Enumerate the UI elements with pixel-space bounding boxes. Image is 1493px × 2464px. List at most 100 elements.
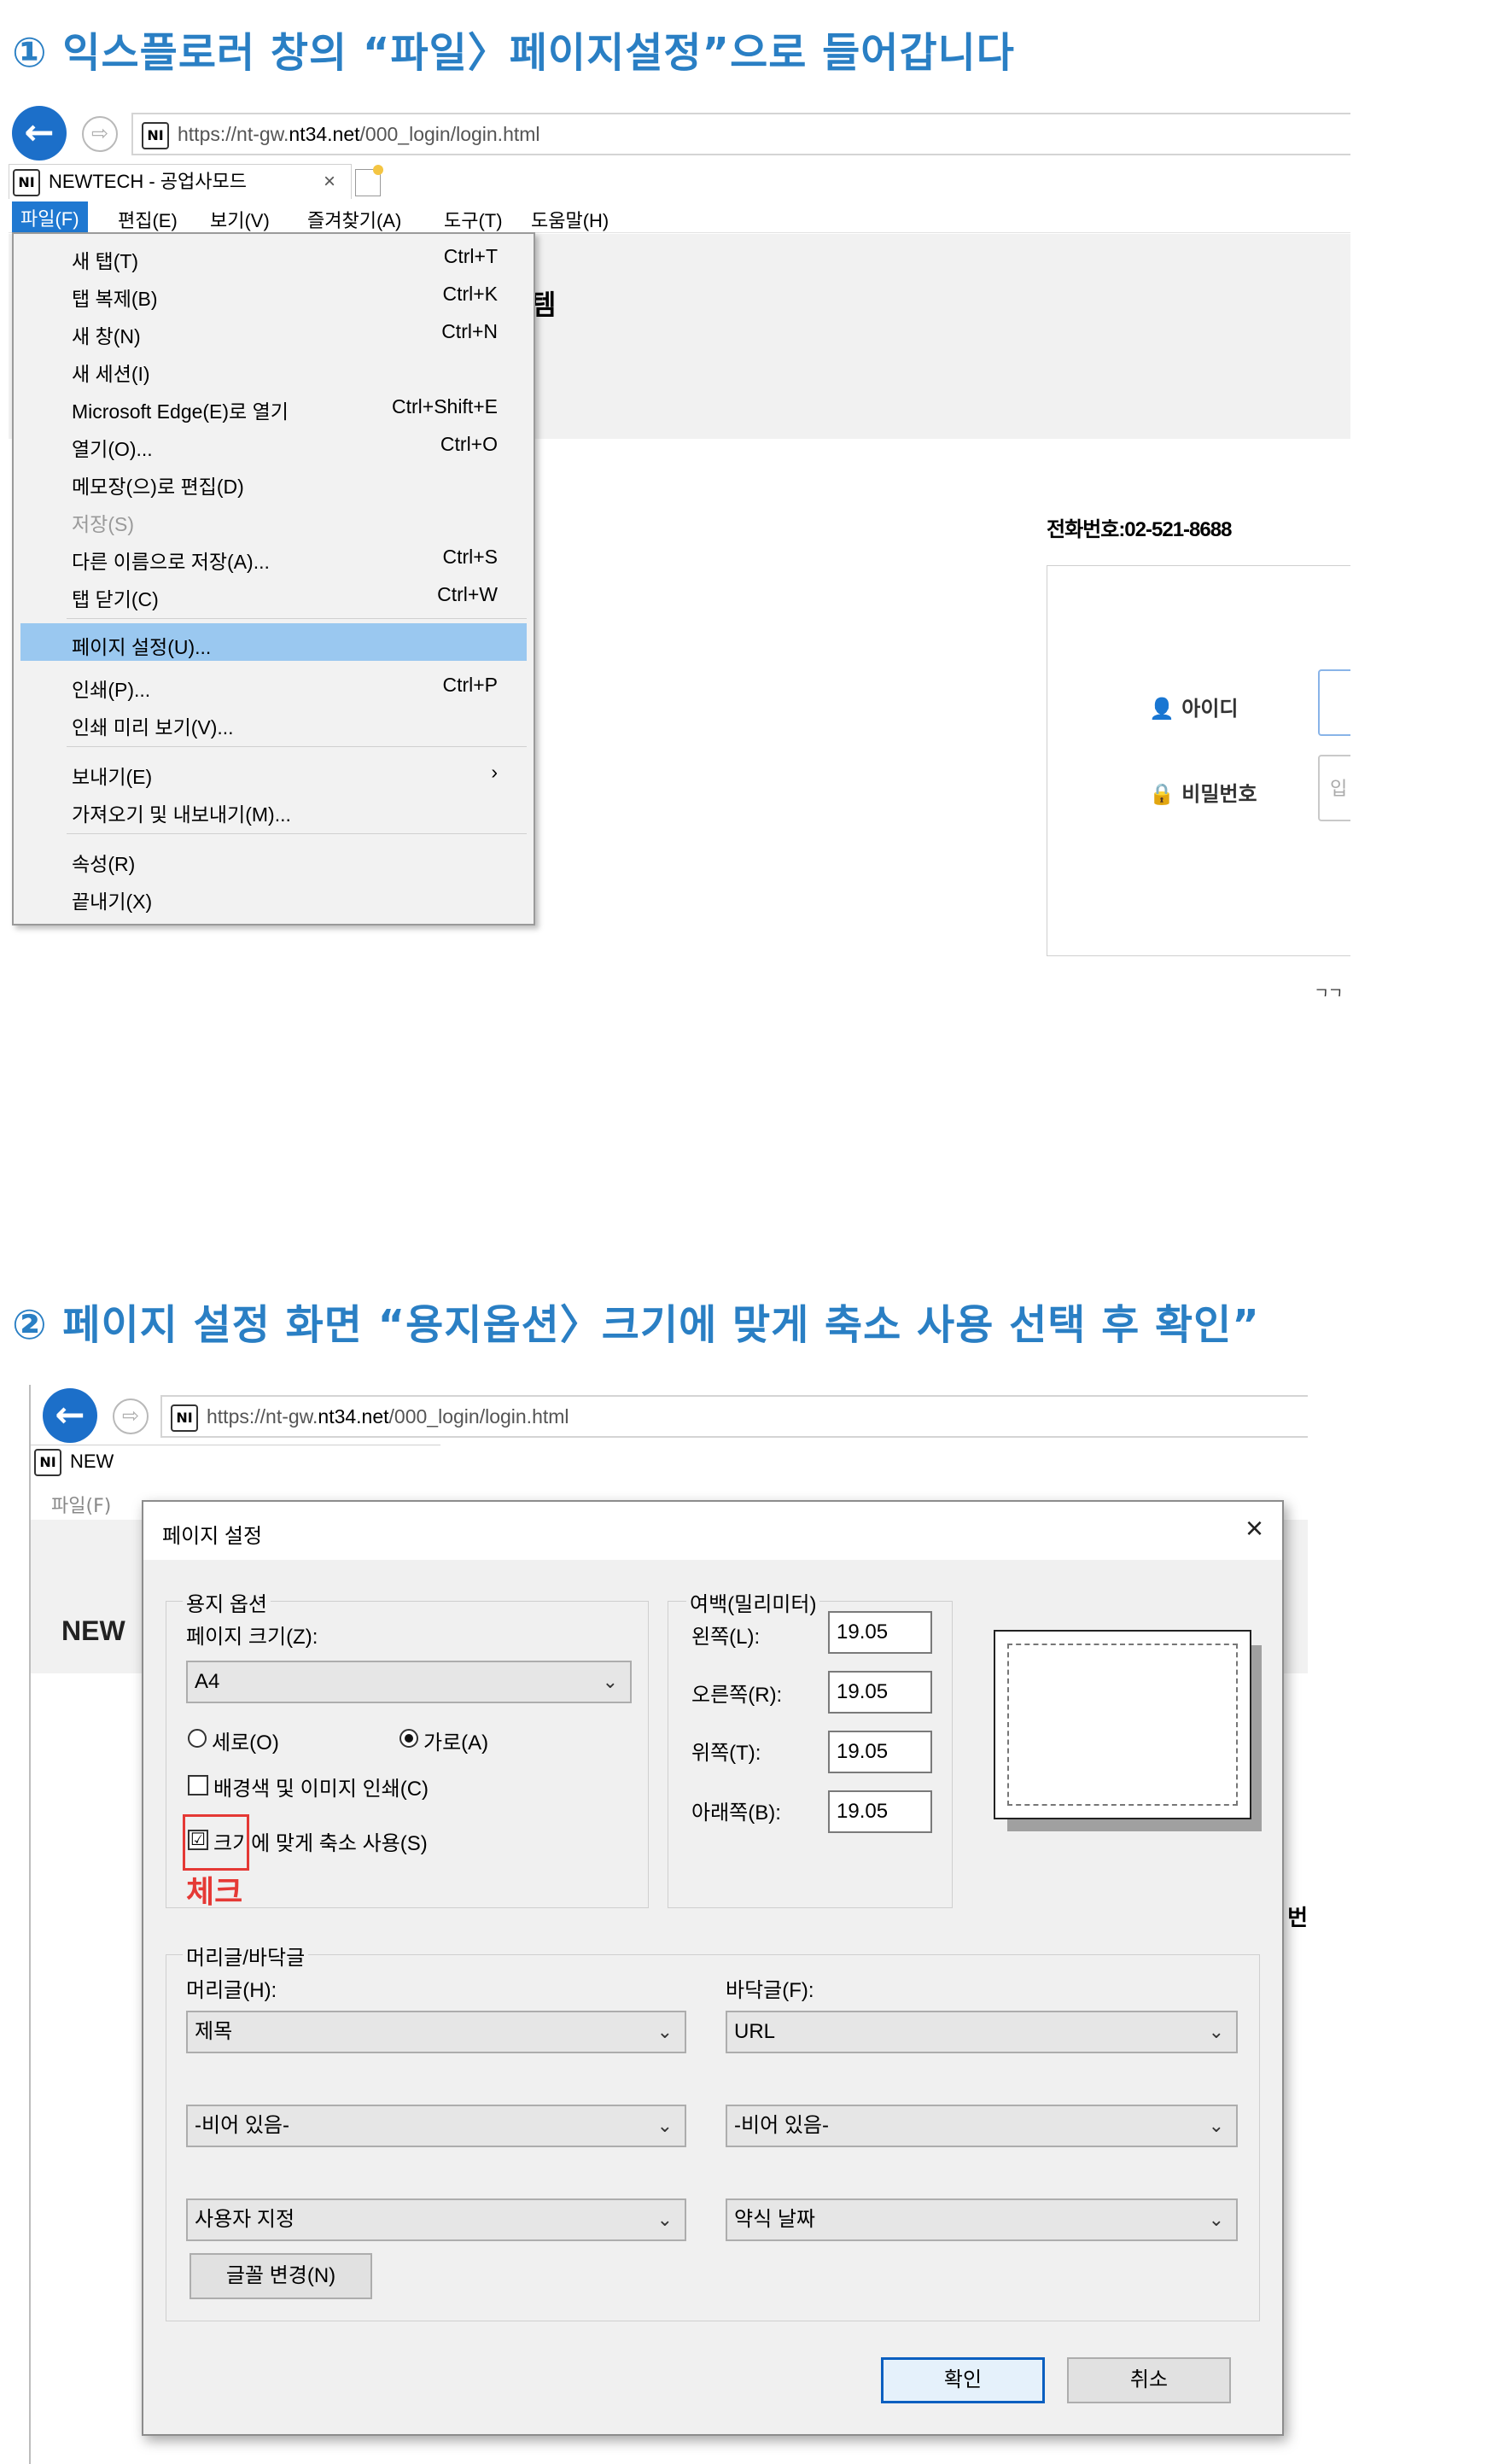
footer-select-2[interactable]: -비어 있음- ⌄	[726, 2105, 1238, 2147]
landscape-label: 가로(A)	[423, 1731, 489, 1755]
chevron-down-icon: ⌄	[656, 2209, 673, 2230]
new-tab-icon[interactable]	[355, 165, 383, 196]
menu-edit[interactable]: 편집(E)	[118, 206, 178, 233]
footer-select-1[interactable]: URL ⌄	[726, 2011, 1238, 2053]
ok-button[interactable]: 확인	[881, 2357, 1045, 2403]
page-preview	[994, 1630, 1251, 1819]
file-menu: 새 탭(T) Ctrl+T 탭 복제(B) Ctrl+K 새 창(N) Ctrl+N …	[12, 232, 535, 925]
url-domain: nt34.net	[318, 1405, 389, 1428]
login-id-input[interactable]	[1318, 669, 1350, 736]
menu-view[interactable]: 보기(V)	[210, 206, 270, 233]
change-font-button[interactable]: 글꼴 변경(N)	[190, 2253, 372, 2299]
menu-separator	[67, 746, 527, 747]
chevron-right-icon: ›	[491, 761, 498, 783]
footer-label: 바닥글(F):	[726, 1979, 814, 2002]
menu-item-edit-notepad[interactable]: 메모장(으)로 편집(D)	[14, 463, 534, 500]
menu-item-new-tab[interactable]: 새 탭(T) Ctrl+T	[14, 237, 534, 275]
page-size-label: 페이지 크기(Z):	[186, 1626, 318, 1649]
tab-favicon-icon: NI	[13, 169, 40, 197]
menu-file[interactable]: 파일(F)	[51, 1491, 111, 1518]
menu-item-exit[interactable]: 끝내기(X)	[14, 878, 534, 915]
margin-top-input[interactable]: 19.05	[828, 1731, 932, 1773]
portrait-radio[interactable]	[188, 1729, 207, 1748]
chevron-down-icon: ⌄	[1208, 2115, 1224, 2136]
menu-favorites[interactable]: 즐겨찾기(A)	[307, 206, 401, 233]
menu-item-open[interactable]: 열기(O)... Ctrl+O	[14, 425, 534, 463]
site-favicon-icon: NI	[142, 121, 169, 149]
menu-separator	[67, 833, 527, 834]
menu-item-duplicate-tab[interactable]: 탭 복제(B) Ctrl+K	[14, 275, 534, 312]
address-row: ← ⇨ NI https://nt-gw.nt34.net/000_login/l…	[31, 1385, 1308, 1445]
address-bar[interactable]: NI https://nt-gw.nt34.net/000_login/login…	[160, 1395, 1308, 1438]
menu-bar: 파일(F) 편집(E) 보기(V) 즐겨찾기(A) 도구(T) 도움말(H)	[9, 200, 1350, 234]
landscape-radio[interactable]	[399, 1729, 418, 1748]
page-title-fragment: NEW	[61, 1615, 125, 1646]
menu-item-print[interactable]: 인쇄(P)... Ctrl+P	[14, 666, 534, 704]
margin-left-input[interactable]: 19.05	[828, 1611, 932, 1654]
tab-close-icon[interactable]: ×	[324, 165, 335, 199]
header-select-3[interactable]: 사용자 지정 ⌄	[186, 2198, 686, 2241]
chevron-down-icon: ⌄	[1208, 2021, 1224, 2042]
print-background-label: 배경색 및 이미지 인쇄(C)	[213, 1778, 429, 1801]
url-path: /000_login/login.html	[388, 1405, 569, 1428]
address-row: ← ⇨ NI https://nt-gw.nt34.net/000_login/l…	[9, 104, 1350, 164]
back-arrow-icon[interactable]: ←	[12, 106, 67, 161]
login-box	[1047, 565, 1350, 956]
menu-item-save-as[interactable]: 다른 이름으로 저장(A)... Ctrl+S	[14, 538, 534, 575]
browser-tab[interactable]: NI NEW	[31, 1445, 440, 1478]
margin-top-label: 위쪽(T):	[691, 1742, 761, 1765]
menu-item-new-window[interactable]: 새 창(N) Ctrl+N	[14, 312, 534, 350]
preview-margin-guides	[1007, 1644, 1238, 1806]
menu-item-import-export[interactable]: 가져오기 및 내보내기(M)...	[14, 791, 534, 828]
margin-bottom-input[interactable]: 19.05	[828, 1790, 932, 1833]
menu-help[interactable]: 도움말(H)	[531, 206, 609, 233]
step2-heading: ② 페이지 설정 화면 “용지옵션〉크기에 맞게 축소 사용 선택 후 확인”	[12, 1301, 1260, 1349]
menu-item-new-session[interactable]: 새 세션(I)	[14, 350, 534, 388]
site-favicon-icon: NI	[171, 1404, 198, 1432]
page-size-select[interactable]: A4 ⌄	[186, 1661, 632, 1703]
header-select-2[interactable]: -비어 있음- ⌄	[186, 2105, 686, 2147]
chevron-down-icon: ⌄	[1208, 2209, 1224, 2230]
page-text-fragment: 번	[1287, 1906, 1308, 1931]
paper-options-legend: 용지 옵션	[183, 1587, 271, 1617]
menu-item-print-preview[interactable]: 인쇄 미리 보기(V)...	[14, 704, 534, 741]
browser-tab[interactable]: NI NEWTECH - 공업사모드 ×	[9, 164, 352, 199]
margin-right-input[interactable]: 19.05	[828, 1671, 932, 1714]
header-select-1[interactable]: 제목 ⌄	[186, 2011, 686, 2053]
margin-bottom-label: 아래쪽(B):	[691, 1801, 781, 1825]
url-domain: nt34.net	[289, 123, 360, 145]
close-icon[interactable]: ×	[1245, 1510, 1263, 1546]
menu-separator	[67, 618, 527, 619]
login-pw-input[interactable]: 입	[1318, 755, 1350, 821]
step1-heading: ① 익스플로러 창의 “파일〉페이지설정”으로 들어갑니다	[12, 29, 1015, 77]
menu-item-properties[interactable]: 속성(R)	[14, 840, 534, 878]
forward-arrow-icon[interactable]: ⇨	[113, 1398, 149, 1434]
dialog-titlebar: 페이지 설정 ×	[143, 1502, 1282, 1560]
menu-item-close-tab[interactable]: 탭 닫기(C) Ctrl+W	[14, 575, 534, 613]
menu-item-save: 저장(S)	[72, 513, 134, 535]
highlight-box	[183, 1814, 249, 1871]
screenshot-file-menu: ← ⇨ NI https://nt-gw.nt34.net/000_login/l…	[9, 104, 1350, 996]
lock-icon: 🔒	[1149, 782, 1175, 806]
page-setup-dialog: 페이지 설정 × 용지 옵션 페이지 크기(Z): A4 ⌄ 세로(O) 가로(A…	[142, 1500, 1284, 2436]
print-background-checkbox[interactable]	[188, 1775, 208, 1795]
login-id-label: 👤 아이디	[1149, 697, 1239, 721]
menu-item-page-setup[interactable]: 페이지 설정(U)...	[20, 623, 527, 661]
cancel-button[interactable]: 취소	[1067, 2357, 1231, 2403]
url-path: /000_login/login.html	[359, 123, 540, 145]
menu-file[interactable]: 파일(F)	[12, 201, 88, 234]
back-arrow-icon[interactable]: ←	[43, 1388, 97, 1443]
portrait-label: 세로(O)	[212, 1731, 279, 1755]
user-icon: 👤	[1149, 697, 1175, 721]
screenshot-page-setup: ← ⇨ NI https://nt-gw.nt34.net/000_login/l…	[29, 1385, 1308, 2464]
address-bar[interactable]: NI https://nt-gw.nt34.net/000_login/login…	[131, 113, 1350, 155]
footer-select-3[interactable]: 약식 날짜 ⌄	[726, 2198, 1238, 2241]
chevron-down-icon: ⌄	[602, 1671, 618, 1692]
menu-item-open-edge[interactable]: Microsoft Edge(E)로 열기 Ctrl+Shift+E	[14, 388, 534, 425]
menu-tools[interactable]: 도구(T)	[444, 206, 503, 233]
forward-arrow-icon[interactable]: ⇨	[82, 116, 118, 152]
header-label: 머리글(H):	[186, 1979, 277, 2002]
menu-item-send[interactable]: 보내기(E) ›	[14, 753, 534, 791]
tab-favicon-icon: NI	[34, 1449, 61, 1477]
tab-title-fragment: NEW	[70, 1451, 114, 1472]
